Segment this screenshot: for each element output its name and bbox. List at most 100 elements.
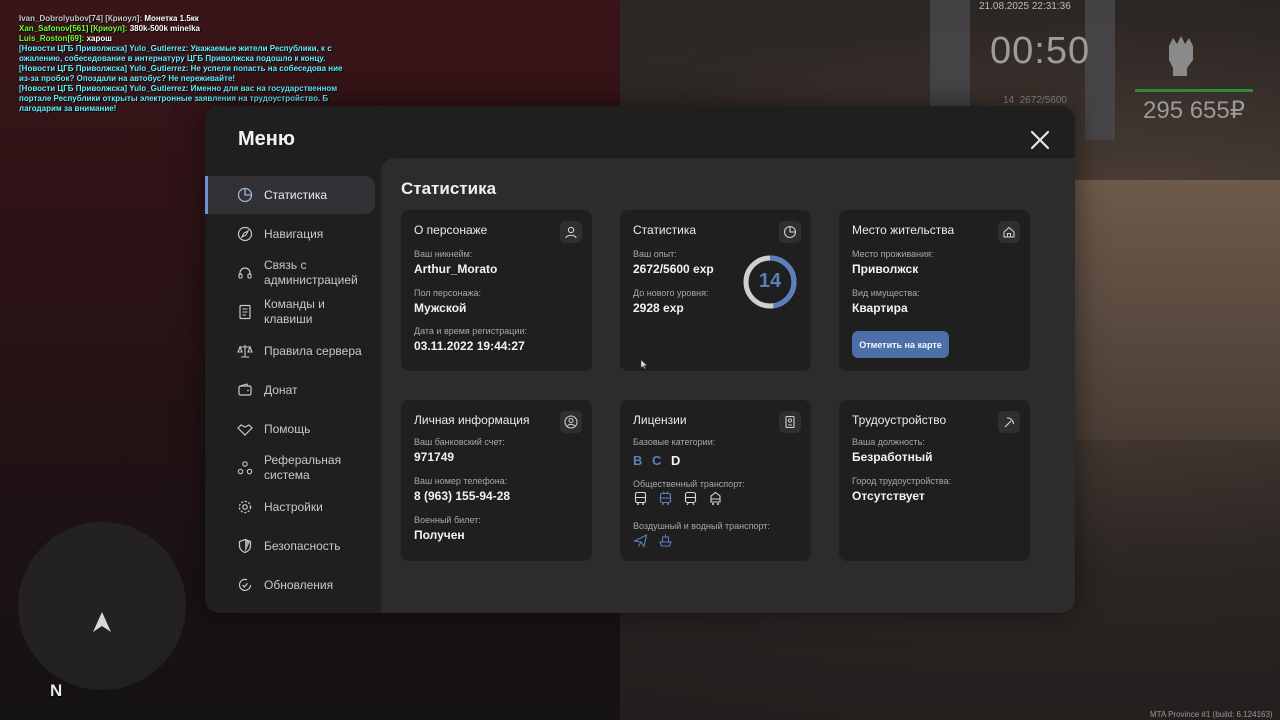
sidebar-item-label: Реферальная система (264, 453, 342, 482)
sidebar-item-navigation[interactable]: Навигация (205, 215, 375, 253)
position-label: Ваша должность: (852, 437, 925, 447)
document-icon (239, 304, 251, 320)
card-title: Место жительства (852, 223, 955, 237)
mark-on-map-button[interactable]: Отметить на карте (852, 331, 949, 358)
card-title: Статистика (633, 223, 697, 237)
sidebar-item-settings[interactable]: Настройки (205, 488, 375, 526)
card-title: Лицензии (633, 413, 687, 427)
experience-card: Статистика Ваш опыт: 2672/5600 exp До но… (620, 210, 811, 371)
phone-label: Ваш номер телефона: (414, 476, 508, 486)
next-level-label: До нового уровня: (633, 288, 709, 298)
pie-chart-icon (237, 187, 253, 203)
mouse-cursor-icon (641, 360, 647, 369)
card-icon-box (560, 221, 582, 243)
sidebar-item-label: Донат (264, 382, 298, 397)
license-icon (785, 415, 795, 429)
chat-line: Xan_Safonov[561] [Криоул]: 380k-500k min… (19, 24, 200, 33)
house-icon (1003, 226, 1015, 238)
sidebar-item-donate[interactable]: Донат (205, 371, 375, 409)
public-transport-icons (633, 491, 733, 506)
city-value: Приволжск (852, 262, 919, 276)
minimap (18, 522, 186, 690)
licenses-card: Лицензии Базовые категории: B C D Общест… (620, 400, 811, 561)
chat-log: Ivan_Dobrolyubov[74] [Криоул]: Монетка 1… (19, 14, 349, 114)
gear-icon (238, 500, 252, 514)
hud-level: 14 2672/5600 (1003, 95, 1067, 106)
statistics-content: Статистика О персонаже Ваш никнейм: Arth… (381, 158, 1075, 613)
level-number: 14 (758, 270, 782, 292)
public-transport-label: Общественный транспорт: (633, 479, 745, 489)
card-title: О персонаже (414, 223, 488, 237)
residence-card: Место жительства Место проживания: Приво… (839, 210, 1030, 371)
card-icon-box (779, 221, 801, 243)
hud-level-number: 14 (1003, 95, 1015, 106)
hud-timer: 00:50 (990, 30, 1091, 72)
refresh-check-icon (238, 578, 252, 591)
health-bar (1135, 89, 1253, 92)
military-id-value: Получен (414, 528, 465, 542)
phone-value: 8 (963) 155-94-28 (414, 489, 511, 503)
sidebar-item-label: Навигация (264, 226, 324, 241)
card-icon-box (779, 411, 801, 433)
user-icon (565, 226, 577, 239)
user-circle-icon (564, 415, 578, 429)
sidebar-item-security[interactable]: Безопасность (205, 527, 375, 565)
hud-datetime: 21.08.2025 22:31:36 (979, 1, 1071, 12)
chat-line: Ivan_Dobrolyubov[74] [Криоул]: Монетка 1… (19, 14, 199, 23)
people-network-icon (237, 461, 253, 475)
registration-label: Дата и время регистрации: (414, 326, 527, 336)
position-value: Безработный (852, 450, 933, 464)
air-water-transport-icons (633, 533, 683, 548)
employment-card: Трудоустройство Ваша должность: Безработ… (839, 400, 1030, 561)
sidebar-item-statistics[interactable]: Статистика (205, 176, 375, 214)
sidebar-item-updates[interactable]: Обновления (205, 566, 375, 604)
character-card: О персонаже Ваш никнейм: Arthur_Morato П… (401, 210, 592, 371)
train-icon (684, 491, 697, 506)
registration-value: 03.11.2022 19:44:27 (414, 339, 525, 353)
exp-value: 2672/5600 exp (633, 262, 714, 276)
sidebar-item-support[interactable]: Связь с администрацией (205, 254, 375, 292)
chat-line: [Новости ЦГБ Приволжска] Yulo_Gutierrez:… (19, 44, 332, 63)
card-icon-box (998, 221, 1020, 243)
close-icon[interactable] (1027, 127, 1053, 153)
scales-icon (237, 345, 253, 358)
fist-icon (1169, 36, 1193, 76)
bus-icon (634, 491, 647, 505)
menu-panel: Меню Статистика Навигация Связь с админи… (205, 106, 1075, 613)
work-city-label: Город трудоустройства: (852, 476, 952, 486)
compass-icon (237, 226, 253, 242)
wallet-icon (238, 383, 252, 396)
gender-value: Мужской (414, 301, 467, 315)
sidebar-item-label: Статистика (264, 187, 328, 202)
sidebar-item-label: Помощь (264, 421, 311, 436)
pie-chart-icon (783, 225, 797, 239)
work-city-value: Отсутствует (852, 489, 925, 503)
sidebar-item-rules[interactable]: Правила сервера (205, 332, 375, 370)
background-beam (930, 0, 970, 110)
sidebar-item-referral[interactable]: Реферальная система (205, 449, 375, 487)
next-level-value: 2928 exp (633, 301, 684, 315)
exp-label: Ваш опыт: (633, 249, 677, 259)
bank-account-value: 971749 (414, 450, 455, 464)
card-icon-box (560, 411, 582, 433)
build-info: MTA Province #1 (build: 6.124163) (1150, 710, 1273, 719)
property-value: Квартира (852, 301, 908, 315)
background-floor (1075, 180, 1280, 440)
sidebar-item-help[interactable]: Помощь (205, 410, 375, 448)
hud-money: 295 655₽ (1143, 97, 1246, 124)
trolleybus-icon (659, 491, 672, 505)
license-category-b: B (633, 453, 643, 468)
sidebar-item-label: Настройки (264, 499, 323, 514)
gender-label: Пол персонажа: (414, 288, 482, 298)
hud-exp: 2672/5600 (1019, 95, 1067, 106)
sidebar-item-label: Обновления (264, 577, 334, 592)
player-arrow-icon (93, 612, 111, 632)
airplane-icon (633, 533, 648, 548)
city-label: Место проживания: (852, 249, 934, 259)
sidebar-item-label: Безопасность (264, 538, 341, 553)
sidebar-item-label: Команды и клавиши (264, 297, 325, 326)
nickname-value: Arthur_Morato (414, 262, 498, 276)
license-categories: B C D (633, 453, 686, 468)
sidebar-item-commands[interactable]: Команды и клавиши (205, 293, 375, 331)
compass-north-label: N (50, 681, 63, 700)
